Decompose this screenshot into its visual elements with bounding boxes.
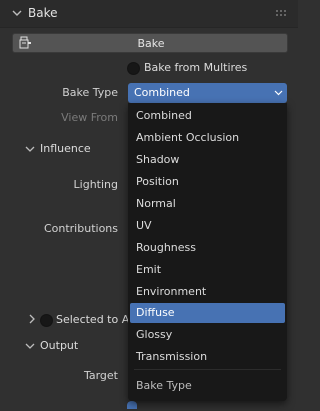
menu-separator [134, 369, 281, 370]
selected-to-active-title[interactable]: Selected to Acti [56, 313, 128, 326]
menu-item-transmission[interactable]: Transmission [130, 347, 285, 367]
bake-from-multires-checkbox[interactable] [127, 62, 140, 75]
drag-handle-icon[interactable] [275, 9, 287, 19]
menu-item-emit[interactable]: Emit [130, 260, 285, 280]
panel-title: Bake [28, 6, 58, 20]
chevron-down-icon [274, 90, 283, 96]
influence-subpanel-title[interactable]: Influence [40, 142, 91, 155]
bake-from-multires-label: Bake from Multires [144, 61, 248, 74]
bake-type-select[interactable]: Combined [128, 83, 287, 103]
menu-item-combined[interactable]: Combined [130, 106, 285, 126]
bake-type-label: Bake Type [62, 86, 118, 99]
chevron-down-icon[interactable] [25, 144, 35, 154]
menu-item-roughness[interactable]: Roughness [130, 238, 285, 258]
target-label: Target [83, 369, 118, 382]
target-radio[interactable] [127, 401, 137, 409]
chevron-down-icon[interactable] [25, 341, 35, 351]
chevron-down-icon [12, 10, 22, 16]
bake-panel-header[interactable]: Bake [0, 0, 298, 28]
menu-item-position[interactable]: Position [130, 172, 285, 192]
menu-item-diffuse[interactable]: Diffuse [130, 303, 285, 323]
menu-item-environment[interactable]: Environment [130, 282, 285, 302]
contributions-label: Contributions [43, 222, 118, 235]
menu-item-uv[interactable]: UV [130, 216, 285, 236]
menu-title: Bake Type [136, 379, 192, 392]
bake-button-label: Bake [137, 37, 165, 50]
view-from-label: View From [61, 111, 118, 124]
menu-item-glossy[interactable]: Glossy [130, 325, 285, 345]
menu-item-normal[interactable]: Normal [130, 194, 285, 214]
bake-type-dropdown-menu: Combined Ambient Occlusion Shadow Positi… [128, 103, 287, 401]
menu-item-ambient-occlusion[interactable]: Ambient Occlusion [130, 128, 285, 148]
selected-to-active-checkbox[interactable] [40, 314, 53, 327]
chevron-right-icon[interactable] [27, 314, 37, 324]
bake-button[interactable]: Bake [12, 33, 288, 53]
lighting-label: Lighting [73, 178, 118, 191]
menu-item-shadow[interactable]: Shadow [130, 150, 285, 170]
output-subpanel-title[interactable]: Output [40, 339, 78, 352]
bake-type-value: Combined [134, 86, 190, 99]
